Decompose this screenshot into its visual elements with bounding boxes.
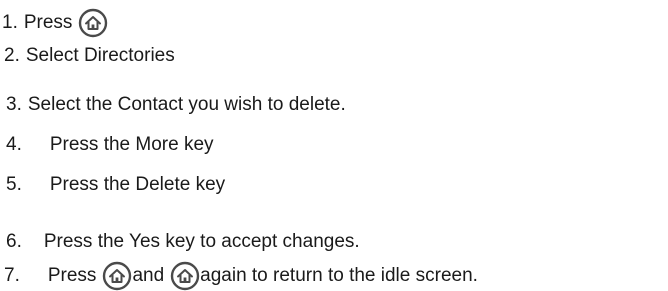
step-6: 6. Press the Yes key to accept changes. xyxy=(6,231,360,253)
step-text: Press the Yes key to accept changes. xyxy=(43,231,360,252)
step-text-mid: and xyxy=(132,265,165,286)
step-5: 5. Press the Delete key xyxy=(6,174,225,196)
step-2: 2. Select Directories xyxy=(4,45,175,67)
step-number: 3. xyxy=(6,94,22,115)
step-1: 1. Press xyxy=(2,8,108,38)
step-number: 7. xyxy=(4,265,20,286)
step-text-after: again to return to the idle screen. xyxy=(200,265,478,286)
step-number: 2. xyxy=(4,45,20,66)
step-text: Press the More key xyxy=(49,134,214,155)
step-text: Press the Delete key xyxy=(49,174,226,195)
step-number: 6. xyxy=(6,231,22,252)
home-icon xyxy=(78,8,108,38)
step-text: Select Directories xyxy=(25,45,175,66)
step-number: 5. xyxy=(6,174,22,195)
step-number: 1. xyxy=(2,12,18,33)
step-number: 4. xyxy=(6,134,22,155)
step-text: Select the Contact you wish to delete. xyxy=(27,94,346,115)
step-text-before: Press xyxy=(47,265,97,286)
step-4: 4. Press the More key xyxy=(6,134,214,156)
step-3: 3. Select the Contact you wish to delete… xyxy=(6,94,346,116)
step-text: Press xyxy=(23,12,73,33)
